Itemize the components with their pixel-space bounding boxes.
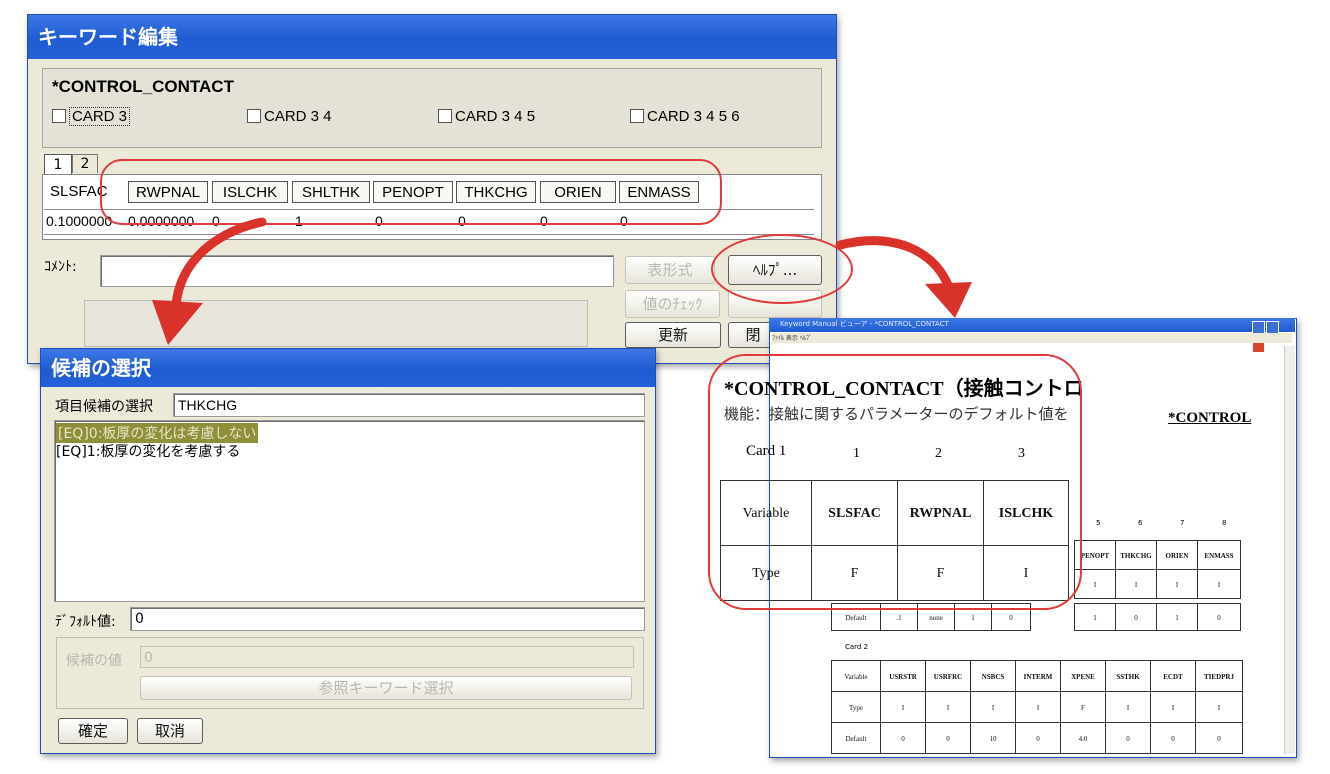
arrow-head-icon — [925, 282, 972, 318]
arrow-head-icon — [152, 300, 203, 345]
arrow-to-manual-window — [835, 236, 955, 295]
arrow-to-candidate-window — [171, 217, 267, 310]
annotation-arrows — [152, 217, 972, 345]
